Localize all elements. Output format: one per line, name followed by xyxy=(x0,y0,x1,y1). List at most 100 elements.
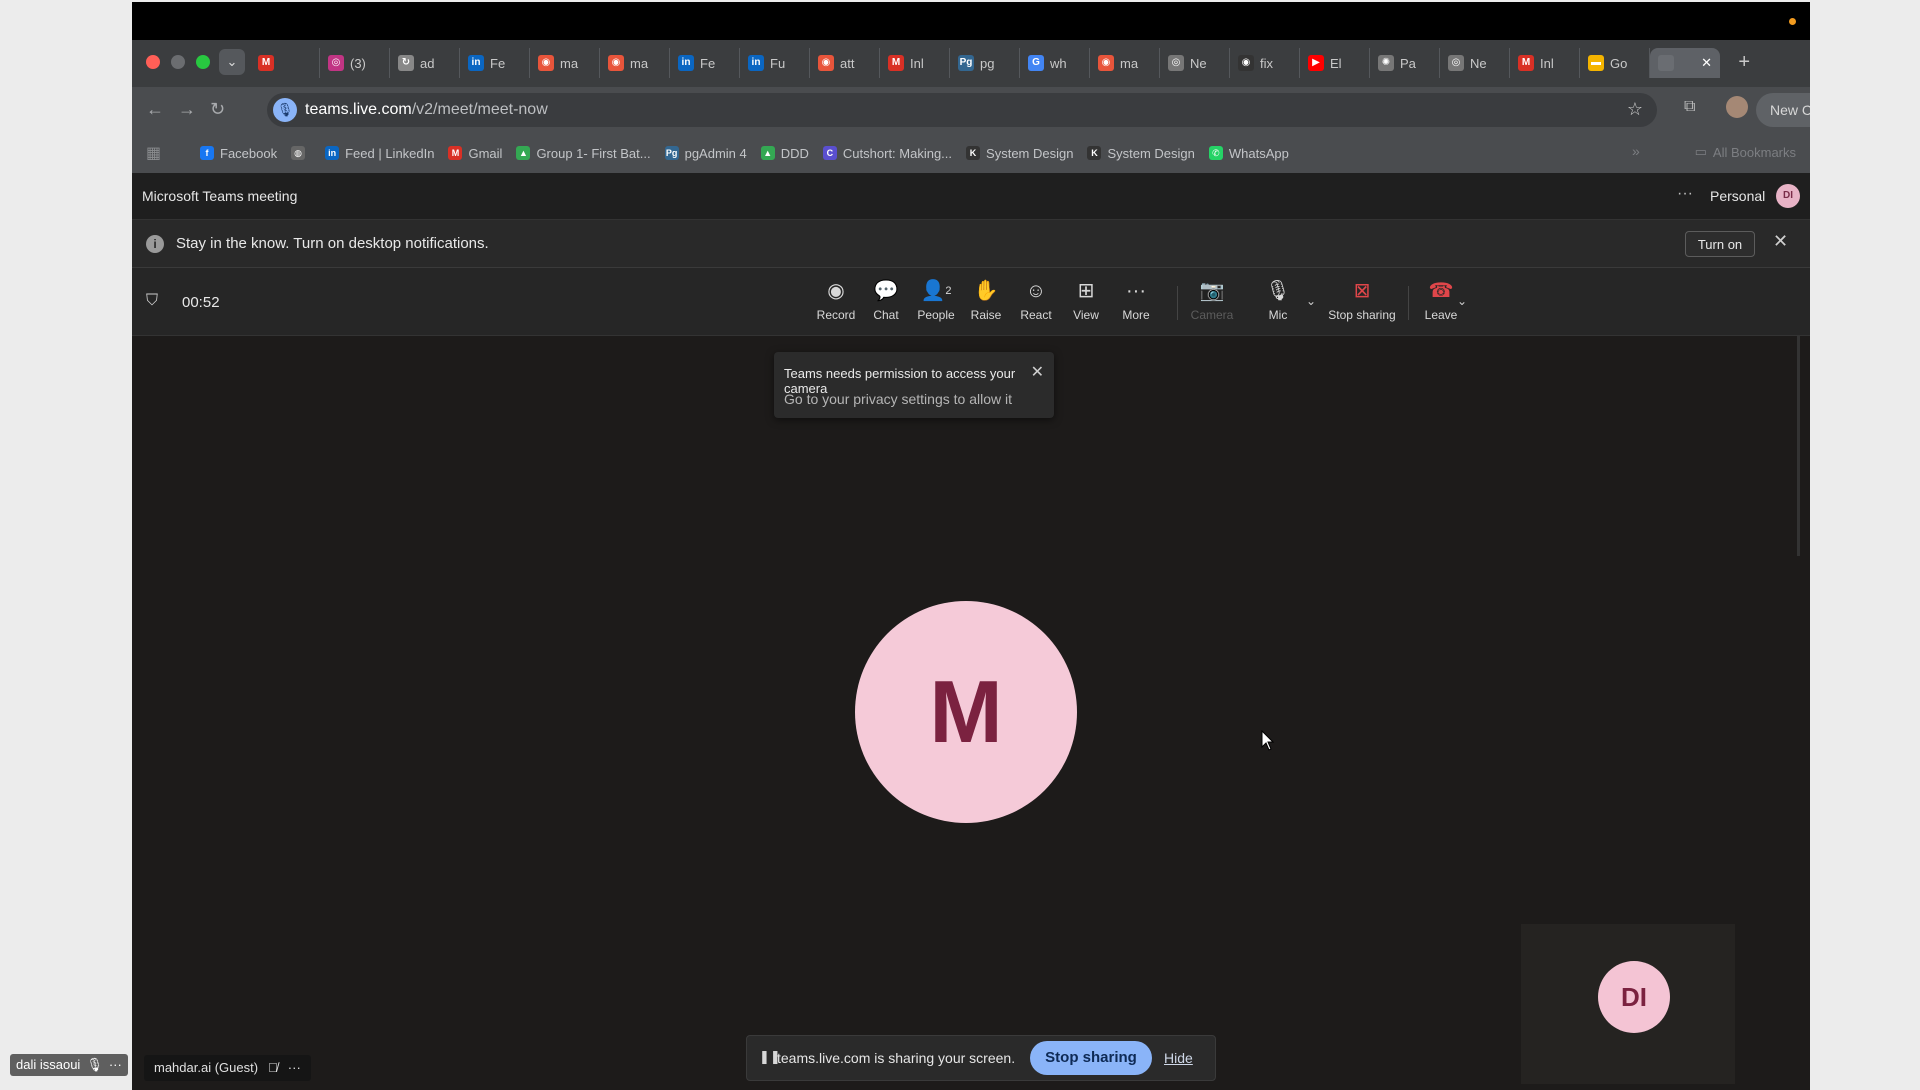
instagram-icon: ◎ xyxy=(328,55,344,71)
youtube-icon: ▶ xyxy=(1308,55,1324,71)
close-icon[interactable]: ✕ xyxy=(1773,231,1788,252)
folder-icon: ▭ xyxy=(1694,144,1707,159)
bookmark-item[interactable]: M Gmail xyxy=(448,146,502,161)
chrome-icon: ◎ xyxy=(1448,55,1464,71)
hide-banner-link[interactable]: Hide xyxy=(1164,1050,1193,1066)
tab-search-button[interactable]: ⌄ xyxy=(219,49,245,75)
account-avatar[interactable]: DI xyxy=(1776,184,1800,208)
site-info-icon[interactable]: 🎙 xyxy=(273,98,297,122)
stop-sharing-button[interactable]: Stop sharing xyxy=(1030,1041,1152,1075)
presenter-more-icon[interactable]: ··· xyxy=(109,1054,122,1076)
back-icon[interactable]: ← xyxy=(146,99,164,120)
browser-tab[interactable]: ↻ ad xyxy=(390,48,460,78)
new-tab-button[interactable]: + xyxy=(1738,52,1750,72)
extensions-icon[interactable]: ⧉ xyxy=(1684,98,1695,116)
bookmark-item[interactable]: f Facebook xyxy=(200,146,277,161)
tab-label: att xyxy=(840,55,855,71)
browser-tab[interactable]: in Fe xyxy=(460,48,530,78)
browser-tab[interactable]: ◎ Ne xyxy=(1160,48,1230,78)
url-host: teams.live.com xyxy=(305,101,412,118)
browser-tab[interactable]: M Inl xyxy=(880,48,950,78)
address-bar[interactable]: 🎙 teams.live.com/v2/meet/meet-now ☆ xyxy=(267,93,1657,127)
chrome-icon: ◎ xyxy=(1168,55,1184,71)
stage-scrollbar[interactable] xyxy=(1797,336,1800,556)
url-text[interactable]: teams.live.com/v2/meet/meet-now xyxy=(305,101,548,119)
cutshort-icon: C xyxy=(822,146,837,160)
stop-sharing-control-button[interactable]: ⊠ Stop sharing xyxy=(1321,278,1403,322)
leave-label: Leave xyxy=(1424,308,1458,322)
app-icon: ◉ xyxy=(1098,55,1114,71)
browser-tab[interactable]: M xyxy=(250,48,320,78)
browser-tab[interactable]: ◉ ma xyxy=(530,48,600,78)
browser-tab[interactable]: ▶ El xyxy=(1300,48,1370,78)
recording-indicator-dot xyxy=(1789,18,1796,25)
participant-more-icon[interactable]: ··· xyxy=(288,1055,301,1081)
camera-button[interactable]: 📷 Camera xyxy=(1181,278,1243,322)
people-icon: 👤 xyxy=(920,280,946,302)
browser-tab[interactable]: ◉ fix xyxy=(1230,48,1300,78)
bookmark-item[interactable]: Pg pgAdmin 4 xyxy=(664,146,747,161)
bookmark-item[interactable]: ▲ Group 1- First Bat... xyxy=(516,146,651,161)
linkedin-icon: in xyxy=(678,55,694,71)
close-icon[interactable]: ✕ xyxy=(1031,362,1044,382)
browser-tab[interactable]: ◉ ma xyxy=(600,48,670,78)
bookmark-item[interactable]: K System Design xyxy=(1087,146,1195,161)
meeting-timer: 00:52 xyxy=(182,294,220,311)
stop-sharing-label: Stop sharing xyxy=(1328,308,1396,322)
mic-options-chevron-icon[interactable]: ⌄ xyxy=(1306,294,1316,308)
bookmark-item[interactable]: C Cutshort: Making... xyxy=(822,146,952,161)
chrome-update-button[interactable]: New Chrome available⋮ xyxy=(1756,93,1810,152)
google-icon: G xyxy=(1028,55,1044,71)
minimize-window-button[interactable] xyxy=(171,55,185,69)
shield-icon[interactable]: ⛉ xyxy=(146,292,158,310)
screen-top-bar xyxy=(132,2,1810,40)
browser-tab[interactable]: ◉ att xyxy=(810,48,880,78)
tab-label: Fu xyxy=(770,55,786,71)
browser-tab[interactable]: in Fe xyxy=(670,48,740,78)
forward-icon[interactable]: → xyxy=(178,99,196,120)
slides-icon: ▬ xyxy=(1588,55,1604,71)
leave-options-chevron-icon[interactable]: ⌄ xyxy=(1457,294,1467,308)
meeting-stage: Teams needs permission to access your ca… xyxy=(132,336,1810,1090)
bookmark-item[interactable]: ◍ xyxy=(291,146,311,160)
more-options-icon[interactable]: ··· xyxy=(1677,185,1693,203)
browser-tab[interactable]: ◉ ma xyxy=(1090,48,1160,78)
browser-tab[interactable]: Gwh xyxy=(1020,48,1090,78)
browser-tab[interactable]: M Inl xyxy=(1510,48,1580,78)
reload-icon[interactable]: ↻ xyxy=(210,99,225,120)
linkedin-icon: in xyxy=(325,146,340,160)
pgadmin-icon: Pg xyxy=(958,55,974,71)
bookmark-item[interactable]: ▲ DDD xyxy=(760,146,809,161)
fullscreen-window-button[interactable] xyxy=(196,55,210,69)
turn-on-notifications-button[interactable]: Turn on xyxy=(1685,231,1755,257)
github-icon: ◉ xyxy=(1238,55,1254,71)
close-window-button[interactable] xyxy=(146,55,160,69)
tab-label: Ne xyxy=(1190,55,1207,71)
tab-label: fix xyxy=(1260,55,1273,71)
apps-grid-icon[interactable]: ▦ xyxy=(146,143,161,163)
self-view-tile[interactable]: DI xyxy=(1521,924,1735,1084)
account-type-label[interactable]: Personal xyxy=(1710,188,1765,204)
more-dots-icon: ··· xyxy=(1126,280,1146,302)
active-browser-tab[interactable]: ✕ xyxy=(1650,48,1720,78)
browser-tab[interactable]: ✺ Pa xyxy=(1370,48,1440,78)
bookmark-item[interactable]: in Feed | LinkedIn xyxy=(325,146,434,161)
browser-tab[interactable]: in Fu xyxy=(740,48,810,78)
close-tab-icon[interactable]: ✕ xyxy=(1701,55,1712,71)
facebook-icon: f xyxy=(200,146,214,160)
bookmark-label: Facebook xyxy=(220,145,278,161)
all-bookmarks-button[interactable]: ▭ All Bookmarks xyxy=(1695,144,1796,160)
browser-tab[interactable]: ◎ Ne xyxy=(1440,48,1510,78)
bookmark-item[interactable]: K System Design xyxy=(966,146,1073,161)
bookmarks-overflow-icon[interactable]: » xyxy=(1632,143,1640,159)
browser-tab[interactable]: ◎ (3) xyxy=(320,48,390,78)
mic-button[interactable]: 🎙 Mic xyxy=(1247,278,1309,322)
browser-tab[interactable]: ▬ Go xyxy=(1580,48,1650,78)
profile-avatar[interactable] xyxy=(1726,96,1748,118)
more-button[interactable]: ··· More xyxy=(1105,278,1167,322)
bookmark-item[interactable]: ✆ WhatsApp xyxy=(1208,146,1289,161)
tab-label: Inl xyxy=(910,55,924,71)
bookmark-star-icon[interactable]: ☆ xyxy=(1627,99,1643,120)
mic-icon: 🎙 xyxy=(86,1057,103,1072)
browser-tab[interactable]: Pg pg xyxy=(950,48,1020,78)
